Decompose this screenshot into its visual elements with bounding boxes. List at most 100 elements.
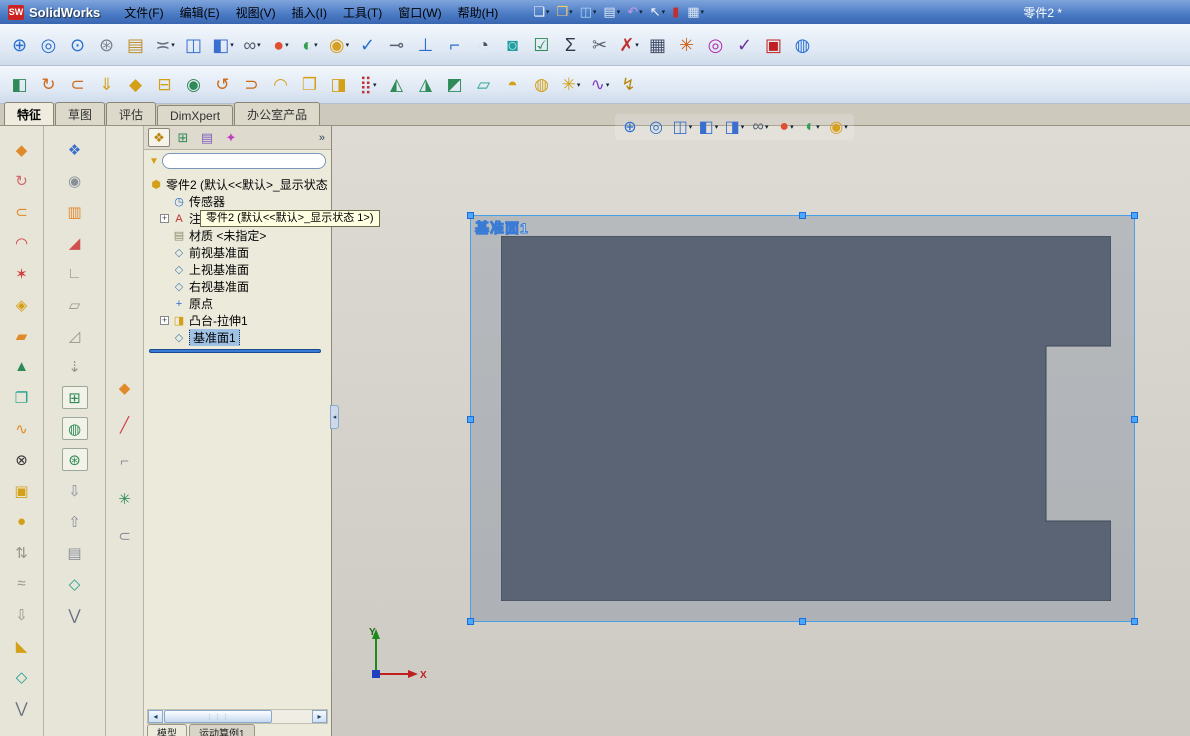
menu-item[interactable]: 插入(I) bbox=[284, 2, 335, 23]
datum-icon[interactable]: ⊥ bbox=[412, 30, 440, 60]
dome-icon[interactable]: ◓ bbox=[499, 70, 527, 100]
command-tab[interactable]: DimXpert bbox=[157, 105, 234, 125]
dimxpertmanager-tab[interactable]: ✦ bbox=[220, 128, 242, 147]
scroll-right-arrow-icon[interactable]: ▸ bbox=[312, 710, 327, 723]
shell-icon[interactable]: ◨ bbox=[325, 70, 353, 100]
undo-icon[interactable]: ↶ ▾ bbox=[624, 3, 645, 21]
spell-check-icon[interactable]: ✓ bbox=[354, 30, 382, 60]
configurationmanager-tab[interactable]: ▤ bbox=[196, 128, 218, 147]
plane-handle[interactable] bbox=[1131, 212, 1138, 219]
study-tab[interactable]: 运动算例1 bbox=[189, 724, 255, 736]
more-chevron-icon[interactable]: ⋁ bbox=[62, 603, 88, 626]
barcode-icon[interactable]: ▮ bbox=[669, 3, 683, 21]
mirror-icon[interactable]: ◭ bbox=[383, 70, 411, 100]
tree-expander[interactable] bbox=[160, 248, 169, 257]
lofted-boss-icon[interactable]: ⇓ bbox=[93, 70, 121, 100]
swept-cut-icon[interactable]: ⊃ bbox=[238, 70, 266, 100]
split-line-icon[interactable]: ╱ bbox=[112, 413, 138, 436]
delete-face-icon[interactable]: ⊗ bbox=[9, 448, 35, 471]
boss-extrude-flyout-icon[interactable]: ◆ bbox=[9, 138, 35, 161]
panel-horizontal-scrollbar[interactable]: ◂ ⋮⋮⋮ ▸ bbox=[147, 709, 328, 724]
plane-gray-icon[interactable]: ▱ bbox=[62, 293, 88, 316]
flex-wave-icon[interactable]: ∿ bbox=[9, 417, 35, 440]
hu-view-orientation-icon[interactable]: ◧ ▾ bbox=[696, 115, 721, 139]
indent-icon[interactable]: ⇩ bbox=[9, 603, 35, 626]
plane-handle[interactable] bbox=[1131, 618, 1138, 625]
plane-handle[interactable] bbox=[467, 618, 474, 625]
fillet-icon[interactable]: ◠ bbox=[267, 70, 295, 100]
tree-filter-input[interactable] bbox=[161, 153, 326, 169]
tree-item-sensors[interactable]: ◷ 传感器 bbox=[146, 193, 329, 210]
corner-bracket-icon[interactable]: ⌐ bbox=[112, 450, 138, 473]
evaluate-chart-icon[interactable]: ▥ bbox=[62, 200, 88, 223]
view-orientation-icon[interactable]: ◧ ▾ bbox=[209, 30, 237, 60]
plane-handle[interactable] bbox=[799, 618, 806, 625]
save-icon[interactable]: ◫ ▾ bbox=[577, 3, 600, 21]
corner-icon[interactable]: ∟ bbox=[62, 262, 88, 285]
move-face-icon[interactable]: ⇅ bbox=[9, 541, 35, 564]
tree-item-right-plane[interactable]: ◇ 右视基准面 bbox=[146, 278, 329, 295]
options-grid-icon[interactable]: ▦ ▾ bbox=[684, 3, 707, 21]
linear-pattern-icon[interactable]: ⣿ ▾ bbox=[354, 70, 382, 100]
arrow-up-tool-icon[interactable]: ⇧ bbox=[62, 510, 88, 533]
tree-item-top-plane[interactable]: ◇ 上视基准面 bbox=[146, 261, 329, 278]
approve-check-icon[interactable]: ✓ bbox=[731, 30, 759, 60]
tree-expander[interactable] bbox=[160, 231, 169, 240]
tree-expander[interactable] bbox=[160, 265, 169, 274]
plane-handle[interactable] bbox=[799, 212, 806, 219]
split-icon[interactable]: ✂ bbox=[586, 30, 614, 60]
tree-expander[interactable] bbox=[160, 299, 169, 308]
realview-rings-icon[interactable]: ◎ bbox=[702, 30, 730, 60]
exploded-view-icon[interactable]: ✳ bbox=[673, 30, 701, 60]
bend-icon[interactable]: ◢ bbox=[62, 231, 88, 254]
camera-icon[interactable]: ◙ bbox=[499, 30, 527, 60]
hu-edit-appearance-icon[interactable]: ● ▾ bbox=[774, 115, 799, 139]
performance-clock-icon[interactable]: ◔ bbox=[470, 30, 498, 60]
tree-expander[interactable] bbox=[160, 282, 169, 291]
revolved-boss-icon[interactable]: ↻ bbox=[35, 70, 63, 100]
diamond-tool-icon[interactable]: ◇ bbox=[62, 572, 88, 595]
zoom-to-area-icon[interactable]: ◎ bbox=[35, 30, 63, 60]
panel-overflow-chevron-icon[interactable]: » bbox=[319, 132, 327, 144]
ramp-icon[interactable]: ◿ bbox=[62, 324, 88, 347]
loft-flyout-icon[interactable]: ◠ bbox=[9, 231, 35, 254]
menu-item[interactable]: 文件(F) bbox=[116, 2, 171, 23]
shell-copy-icon[interactable]: ❐ bbox=[9, 386, 35, 409]
featuremanager-tree-tab[interactable]: ❖ bbox=[148, 128, 170, 147]
tree-item-plane1[interactable]: ◇ 基准面1 bbox=[146, 329, 329, 346]
tree-item-front-plane[interactable]: ◇ 前视基准面 bbox=[146, 244, 329, 261]
check-entity-icon[interactable]: ✗ ▾ bbox=[615, 30, 643, 60]
tree-root-part[interactable]: ⬢ 零件2 (默认<<默认>_显示状态 1>) bbox=[146, 176, 329, 193]
help-sphere-icon[interactable]: ◍ bbox=[789, 30, 817, 60]
extruded-cut-icon[interactable]: ⊟ bbox=[151, 70, 179, 100]
plane-handle[interactable] bbox=[1131, 416, 1138, 423]
menu-item[interactable]: 帮助(H) bbox=[450, 2, 507, 23]
open-document-icon[interactable]: ❒ ▾ bbox=[553, 3, 575, 21]
grid-system-icon[interactable]: ⊞ bbox=[61, 386, 88, 409]
cylinder-boss-icon[interactable]: ● bbox=[9, 510, 35, 533]
note-callout-icon[interactable]: ⊸ bbox=[383, 30, 411, 60]
fillet-flyout-icon[interactable]: ◈ bbox=[9, 293, 35, 316]
extruded-boss-icon[interactable]: ◧ bbox=[6, 70, 34, 100]
equations-icon[interactable]: Σ bbox=[557, 30, 585, 60]
swept-boss-icon[interactable]: ⊂ bbox=[64, 70, 92, 100]
scroll-left-arrow-icon[interactable]: ◂ bbox=[148, 710, 163, 723]
arrow-down-tool-icon[interactable]: ⇩ bbox=[62, 479, 88, 502]
hu-section-view-icon[interactable]: ◫ ▾ bbox=[670, 115, 695, 139]
print-icon[interactable]: ▤ ▾ bbox=[600, 3, 623, 21]
axis-asterisk-icon[interactable]: ✳ bbox=[112, 487, 138, 510]
reference-plane-icon[interactable]: ▱ bbox=[470, 70, 498, 100]
sphere-tool-icon[interactable]: ◍ bbox=[61, 417, 88, 440]
deform-surface-icon[interactable]: ≈ bbox=[9, 572, 35, 595]
hu-display-style-icon[interactable]: ◨ ▾ bbox=[722, 115, 747, 139]
rib-icon[interactable]: ◩ bbox=[441, 70, 469, 100]
tree-expander[interactable]: + bbox=[160, 316, 169, 325]
tree-expander[interactable] bbox=[160, 197, 169, 206]
scene-sphere-icon[interactable]: ◐ ▾ bbox=[296, 30, 324, 60]
menu-item[interactable]: 窗口(W) bbox=[390, 2, 449, 23]
sheet-metal-icon[interactable]: ❖ bbox=[62, 138, 88, 161]
menu-item[interactable]: 工具(T) bbox=[335, 2, 390, 23]
command-tab[interactable]: 办公室产品 bbox=[234, 102, 321, 125]
wheel-tool-icon[interactable]: ⊛ bbox=[61, 448, 88, 471]
boss-block-icon[interactable]: ▣ bbox=[9, 479, 35, 502]
